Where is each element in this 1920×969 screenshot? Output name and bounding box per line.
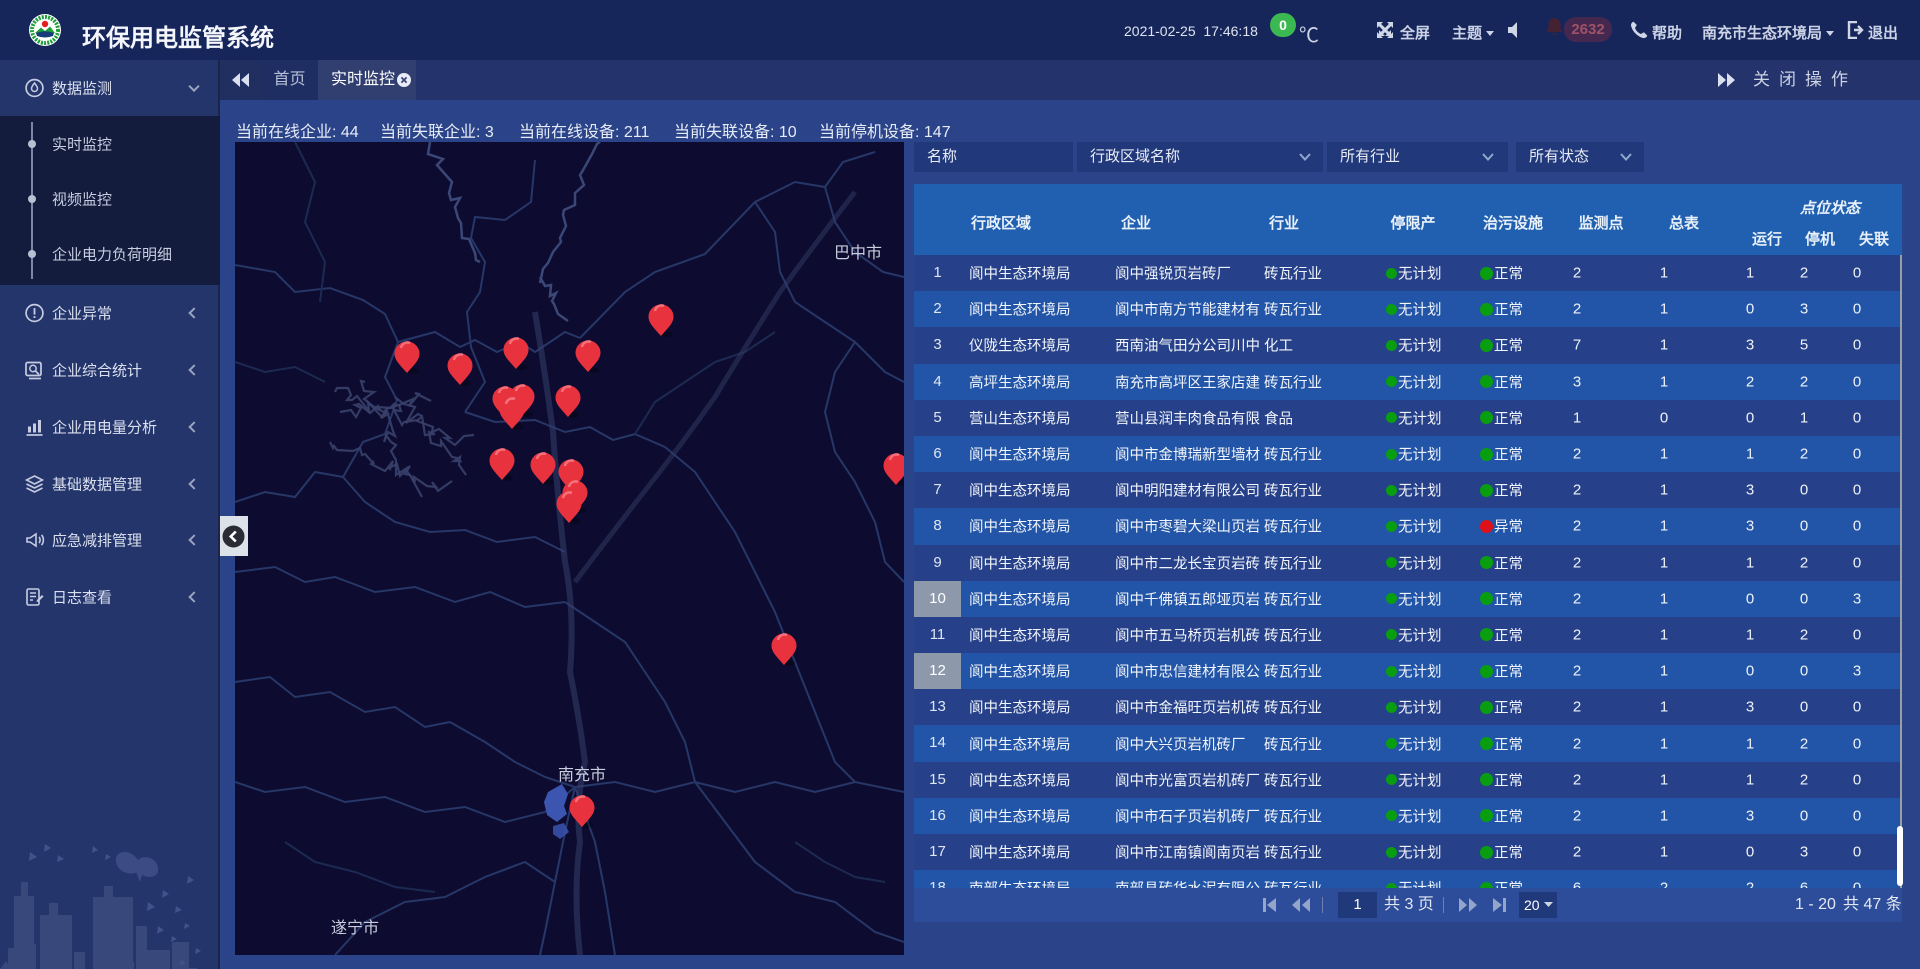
svg-text:南充市: 南充市 (558, 766, 606, 784)
svg-text:巴中市: 巴中市 (834, 244, 882, 262)
svg-text:遂宁市: 遂宁市 (331, 919, 379, 937)
